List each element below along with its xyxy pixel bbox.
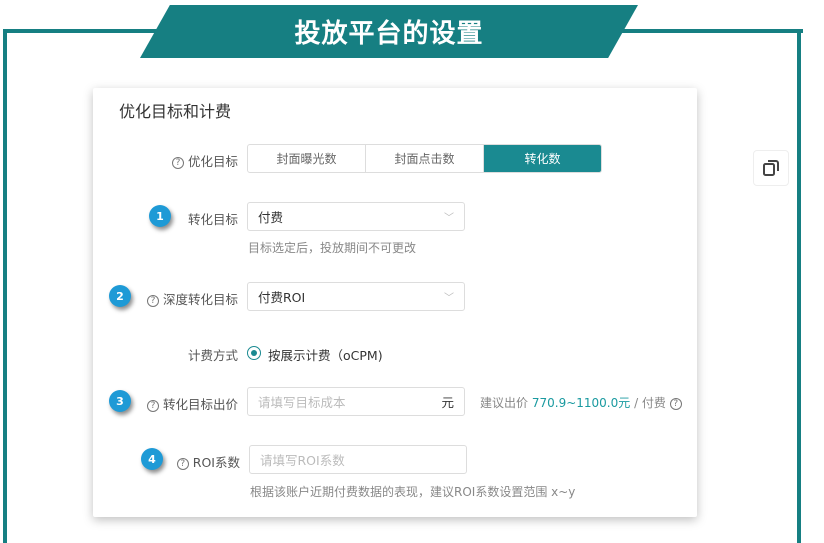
settings-card: 优化目标和计费 ? 优化目标 封面曝光数 封面点击数 转化数 1 转化目标 付费 ﹀… [93, 88, 697, 517]
suggest-range: 770.9~1100.0元 [531, 396, 631, 410]
roi-hint: 根据该账户近期付费数据的表现，建议ROI系数设置范围 x~y [250, 485, 576, 499]
step-badge-1: 1 [149, 205, 171, 227]
roi-label-text: ROI系数 [192, 455, 240, 470]
seg-option-cover-impressions[interactable]: 封面曝光数 [248, 145, 366, 172]
optimize-segmented: 封面曝光数 封面点击数 转化数 [247, 144, 602, 173]
copy-icon [763, 160, 779, 176]
step-badge-2: 2 [109, 285, 131, 307]
help-icon[interactable]: ? [146, 400, 159, 412]
roi-input[interactable]: 请填写ROI系数 [249, 445, 467, 474]
suggest-suffix: / 付费 [634, 396, 666, 410]
chevron-down-icon: ﹀ [444, 293, 454, 304]
billing-option[interactable]: 按展示计费（oCPM) [268, 345, 383, 364]
bid-label-text: 转化目标出价 [162, 397, 238, 412]
deep-select[interactable]: 付费ROI ﹀ [247, 282, 465, 311]
card-title: 优化目标和计费 [119, 102, 232, 121]
bid-suggestion: 建议出价 770.9~1100.0元 / 付费 ? [480, 394, 686, 411]
conversion-label: 转化目标 [187, 212, 238, 227]
help-icon[interactable]: ? [171, 157, 184, 169]
roi-label: ? ROI系数 [176, 452, 240, 471]
deep-value: 付费ROI [258, 290, 306, 305]
help-icon[interactable]: ? [176, 458, 189, 470]
chevron-down-icon: ﹀ [444, 213, 454, 224]
seg-option-conversions[interactable]: 转化数 [484, 145, 601, 172]
conversion-select[interactable]: 付费 ﹀ [247, 202, 465, 231]
deep-label-text: 深度转化目标 [162, 292, 238, 307]
bid-placeholder: 请填写目标成本 [258, 395, 346, 410]
copy-button[interactable] [753, 150, 789, 186]
suggest-prefix: 建议出价 [480, 396, 529, 410]
step-badge-4: 4 [141, 448, 163, 470]
bid-unit: 元 [441, 395, 454, 410]
roi-placeholder: 请填写ROI系数 [260, 453, 345, 468]
billing-radio[interactable] [247, 346, 261, 360]
deep-label: ? 深度转化目标 [146, 289, 238, 308]
frame-border-right [797, 29, 801, 543]
billing-label: 计费方式 [187, 348, 238, 363]
optimize-label-text: 优化目标 [187, 154, 238, 169]
conversion-value: 付费 [258, 210, 284, 225]
banner-title: 投放平台的设置 [140, 5, 638, 58]
step-badge-3: 3 [109, 390, 131, 412]
optimize-label: ? 优化目标 [171, 151, 238, 170]
frame-border-left [3, 29, 7, 543]
bid-input[interactable]: 请填写目标成本 元 [247, 387, 465, 416]
conversion-hint: 目标选定后，投放期间不可更改 [248, 241, 417, 255]
bid-label: ? 转化目标出价 [146, 394, 238, 413]
seg-option-cover-clicks[interactable]: 封面点击数 [366, 145, 484, 172]
help-icon[interactable]: ? [146, 295, 159, 307]
help-icon[interactable]: ? [669, 398, 682, 410]
